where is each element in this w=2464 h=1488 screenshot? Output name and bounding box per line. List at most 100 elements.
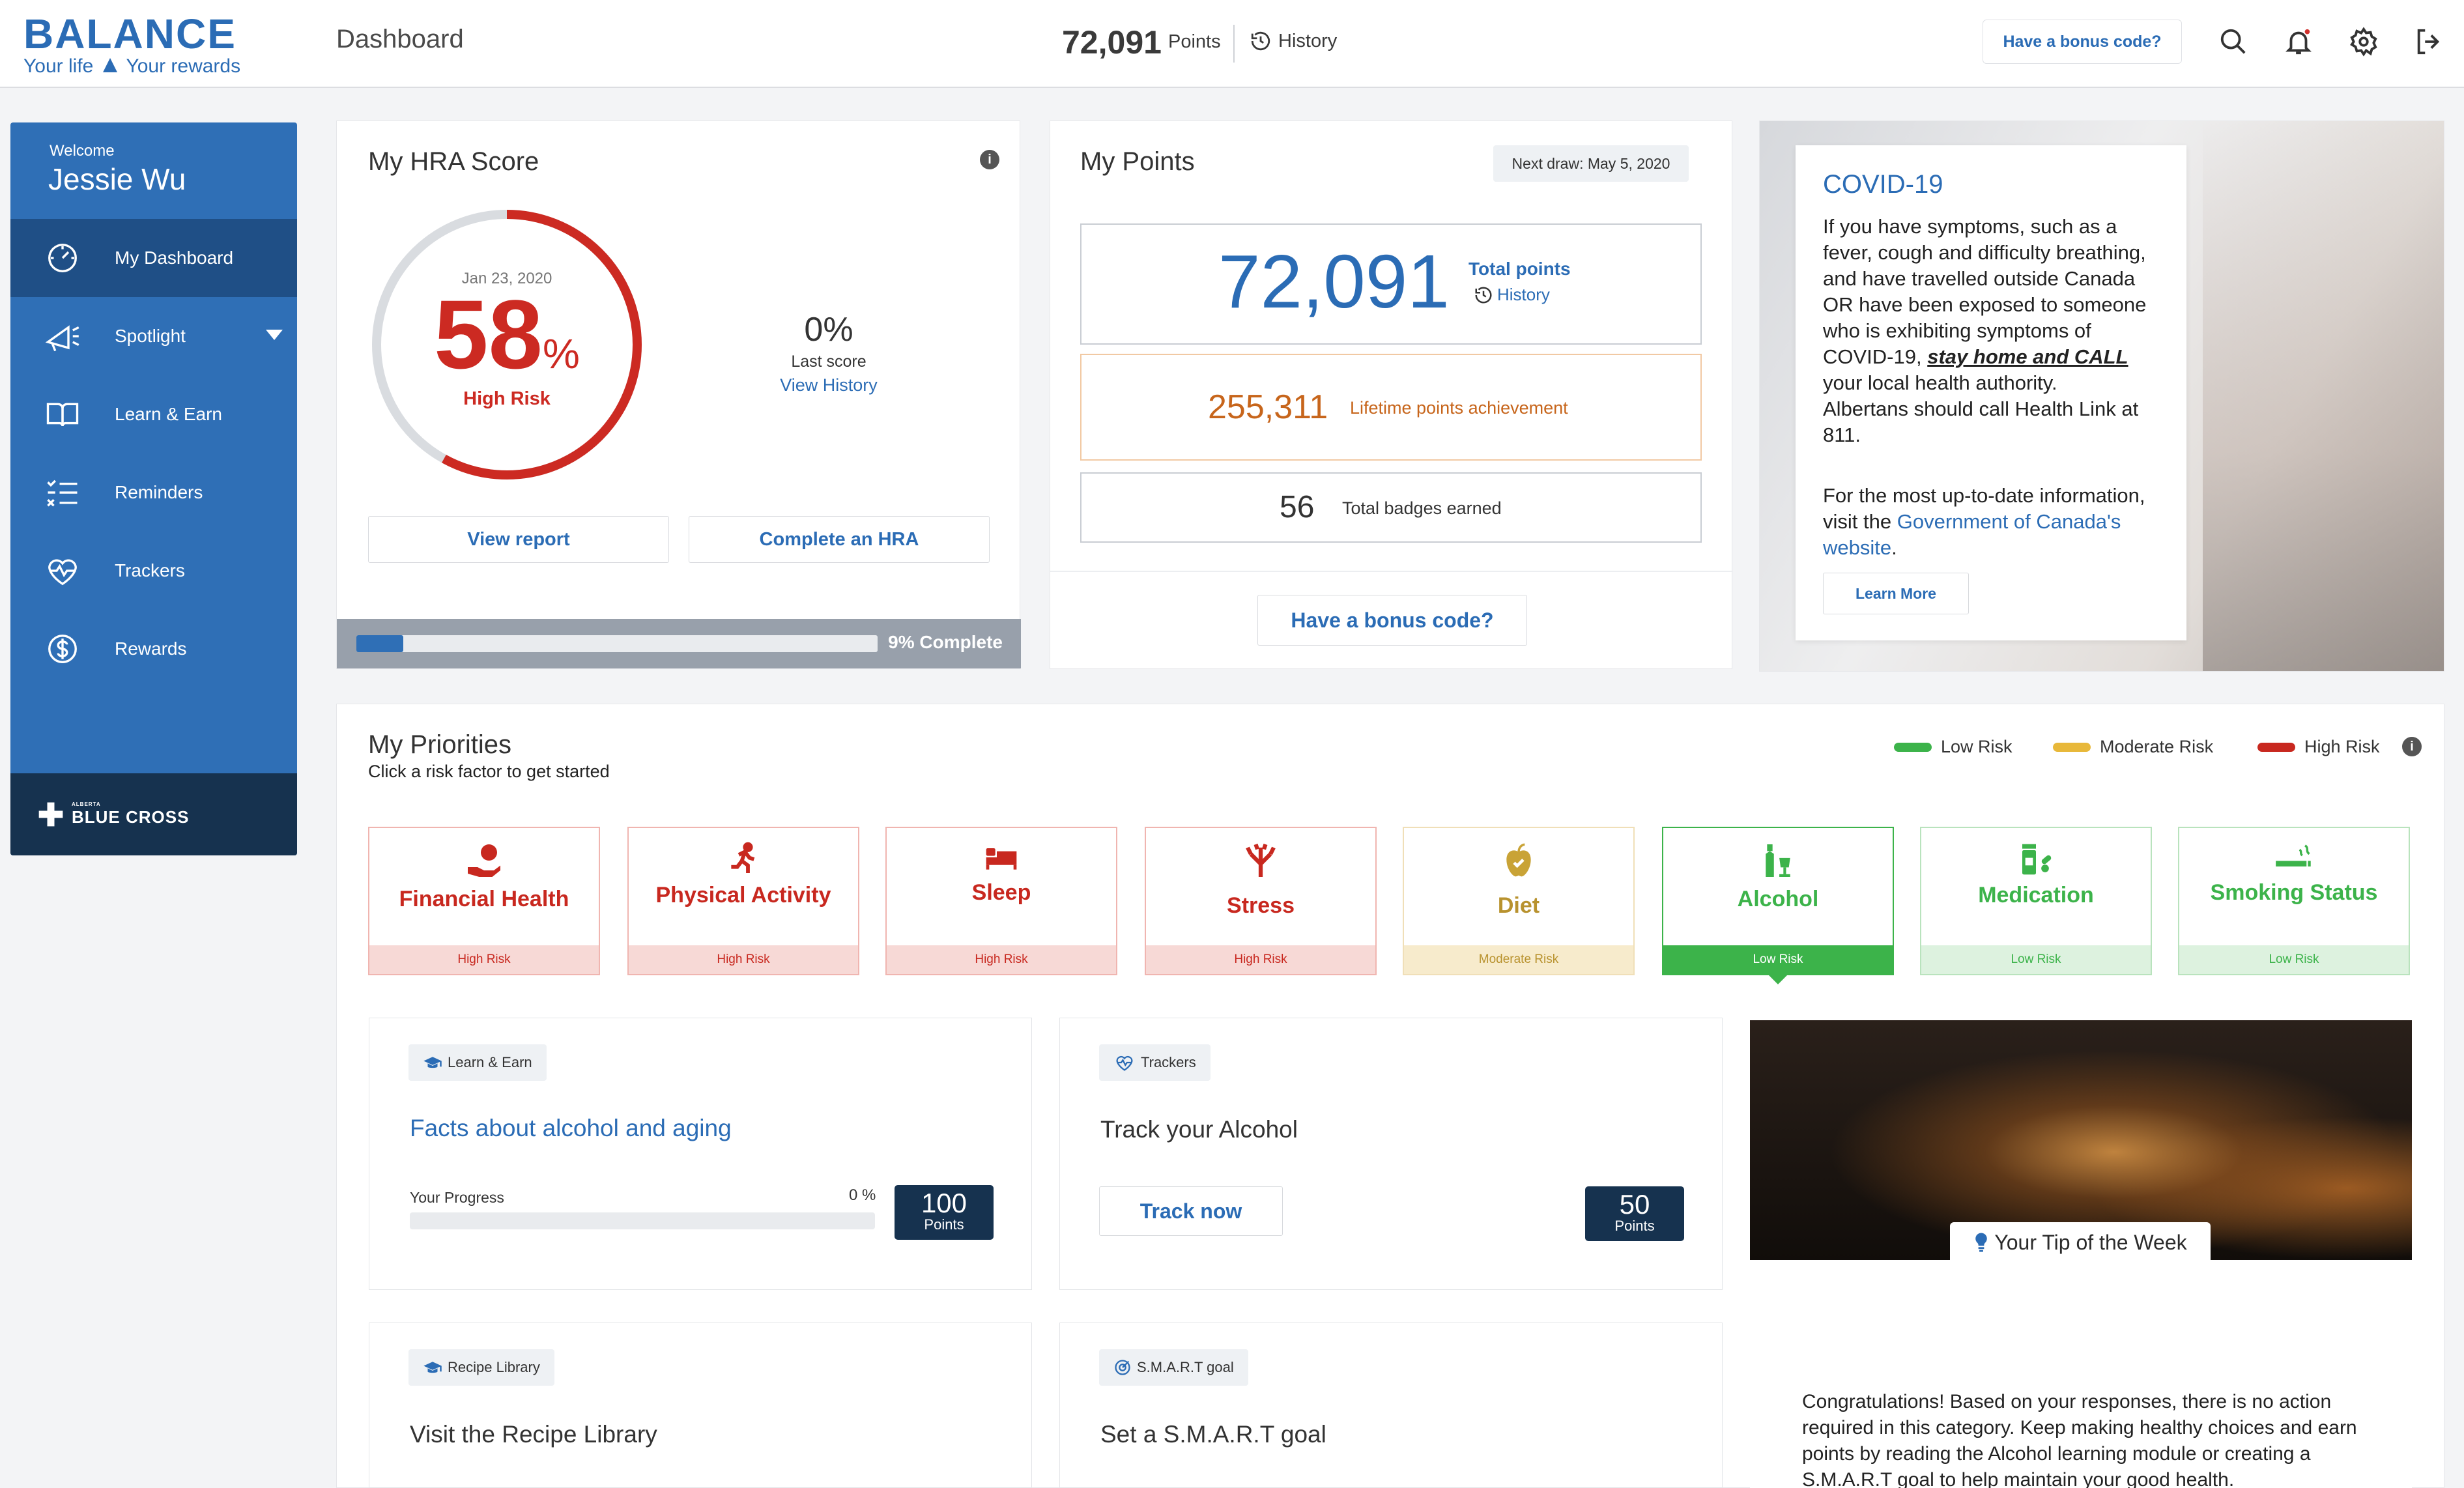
view-history-link[interactable]: View History [715,375,943,395]
trackers-title: Track your Alcohol [1100,1116,1298,1143]
sidebar-item-reminders[interactable]: Reminders [10,453,297,532]
sidebar-item-spotlight[interactable]: Spotlight [10,297,297,375]
risk-level-badge: High Risk [1146,945,1375,974]
tip-of-the-week-card: Your Tip of the Week Congratulations! Ba… [1750,1020,2412,1488]
points-history-link[interactable]: History [1474,285,1550,305]
tip-text: Congratulations! Based on your responses… [1802,1391,2357,1488]
apple-icon [1506,843,1531,877]
heartbeat-icon [48,559,77,586]
points-badge: 100 Points [895,1185,994,1240]
welcome-label: Welcome [50,142,115,160]
complete-hra-button[interactable]: Complete an HRA [689,516,990,563]
target-icon [1115,1360,1130,1375]
recipe-library-tile[interactable]: Recipe Library Visit the Recipe Library [369,1323,1032,1488]
last-score-label: Last score [791,352,867,371]
risk-factor-label: Medication [1978,883,2094,908]
sidebar-item-my-dashboard[interactable]: My Dashboard [10,219,297,297]
badges-box: 56 Total badges earned [1080,472,1702,543]
trackers-tag: Trackers [1099,1044,1211,1081]
risk-card-diet[interactable]: Diet Moderate Risk [1403,827,1635,975]
tag-label: S.M.A.R.T goal [1137,1359,1234,1375]
sidebar-item-label: Trackers [115,560,185,580]
progress-label: Your Progress [410,1189,504,1206]
sidebar-item-label: Reminders [115,482,203,502]
legend-swatch [1894,742,1932,752]
risk-card-physical-activity[interactable]: Physical Activity High Risk [627,827,859,975]
header-history-link[interactable]: History [1250,30,1337,52]
sidebar-item-label: Learn & Earn [115,404,222,424]
sidebar-item-trackers[interactable]: Trackers [10,532,297,610]
bed-icon [986,848,1017,870]
learn-more-button[interactable]: Learn More [1823,573,1969,614]
risk-card-financial-health[interactable]: Financial Health High Risk [368,827,600,975]
covid-info-box: COVID-19 If you have symptoms, such as a… [1796,145,2186,640]
risk-card-stress[interactable]: Stress High Risk [1145,827,1377,975]
dollar-icon [48,635,77,663]
legend-label: High Risk [2304,737,2380,756]
stay-home-link[interactable]: stay home and CALL [1927,345,2128,368]
blue-cross-logo: ALBERTA BLUE CROSS [10,773,297,855]
book-icon [46,403,79,427]
risk-card-alcohol[interactable]: Alcohol Low Risk [1662,827,1894,984]
user-name: Jessie Wu [48,162,186,196]
chevron-down-icon[interactable] [266,330,283,340]
progress-label: 9% Complete [888,632,1003,652]
risk-level-badge: Moderate Risk [1404,945,1633,974]
lifetime-points-label: Lifetime points achievement [1350,398,1568,418]
view-report-button[interactable]: View report [368,516,669,563]
info-icon[interactable]: i [980,150,999,169]
covid-title: COVID-19 [1823,170,1943,199]
covid-text: Albertans should call Health Link at 811… [1823,397,2139,446]
legend-moderate-risk: Moderate Risk [2053,737,2213,757]
header-points-label: Points [1168,31,1221,52]
smart-goal-tile[interactable]: S.M.A.R.T goal Set a S.M.A.R.T goal [1059,1323,1723,1488]
risk-card-sleep[interactable]: Sleep High Risk [885,827,1117,975]
track-now-button[interactable]: Track now [1099,1186,1283,1236]
risk-factor-label: Sleep [971,880,1031,905]
header-divider [1233,25,1235,63]
sidebar-item-learn-earn[interactable]: Learn & Earn [10,375,297,453]
lightbulb-icon [1975,1233,1988,1252]
search-icon[interactable] [2215,23,2252,60]
risk-level-badge: Low Risk [1921,945,2151,974]
legend-swatch [2257,742,2295,752]
tagline-right: Your rewards [126,55,241,77]
covid-paragraph-1: If you have symptoms, such as a fever, c… [1823,214,2165,448]
hra-score: 58% [367,285,647,383]
learn-title-link[interactable]: Facts about alcohol and aging [410,1115,732,1142]
badges-label: Total badges earned [1342,498,1502,518]
history-label: History [1497,285,1550,304]
covid-photo [2203,121,2444,671]
balance-logo[interactable]: BALANCE Your life Your rewards [23,13,284,86]
legend-label: Low Risk [1941,737,2013,756]
logout-icon[interactable] [2411,23,2447,60]
tagline-left: Your life [23,55,94,77]
money-hand-icon [468,844,500,877]
selected-pointer [1768,974,1788,984]
hra-title: My HRA Score [368,147,539,176]
heartbeat-icon [1116,1055,1133,1071]
lifetime-points-box: 255,311 Lifetime points achievement [1080,354,1702,461]
gear-icon[interactable] [2345,23,2382,60]
hra-score-value: 58 [434,279,543,389]
risk-card-medication[interactable]: Medication Low Risk [1920,827,2152,975]
tag-label: Learn & Earn [448,1054,532,1070]
info-icon[interactable]: i [2402,737,2422,756]
history-icon [1475,287,1492,303]
sidebar-item-label: Spotlight [115,326,186,346]
checklist-icon [47,479,78,507]
covid-text: . [1891,536,1897,559]
points-bonus-code-button[interactable]: Have a bonus code? [1257,595,1527,646]
divider [1050,571,1733,572]
sidebar-item-rewards[interactable]: Rewards [10,610,297,688]
megaphone-icon [45,325,79,352]
footer-brand: BLUE CROSS [72,807,190,827]
cigarette-icon [2276,844,2311,866]
trackers-tile: Trackers Track your Alcohol Track now 50… [1059,1018,1723,1290]
smart-goal-tag: S.M.A.R.T goal [1099,1349,1248,1386]
header-bonus-code-button[interactable]: Have a bonus code? [1983,20,2182,64]
header-points-value: 72,091 [1062,24,1162,61]
risk-factor-label: Diet [1497,893,1540,918]
risk-card-smoking-status[interactable]: Smoking Status Low Risk [2178,827,2410,975]
bell-icon[interactable] [2280,23,2317,60]
